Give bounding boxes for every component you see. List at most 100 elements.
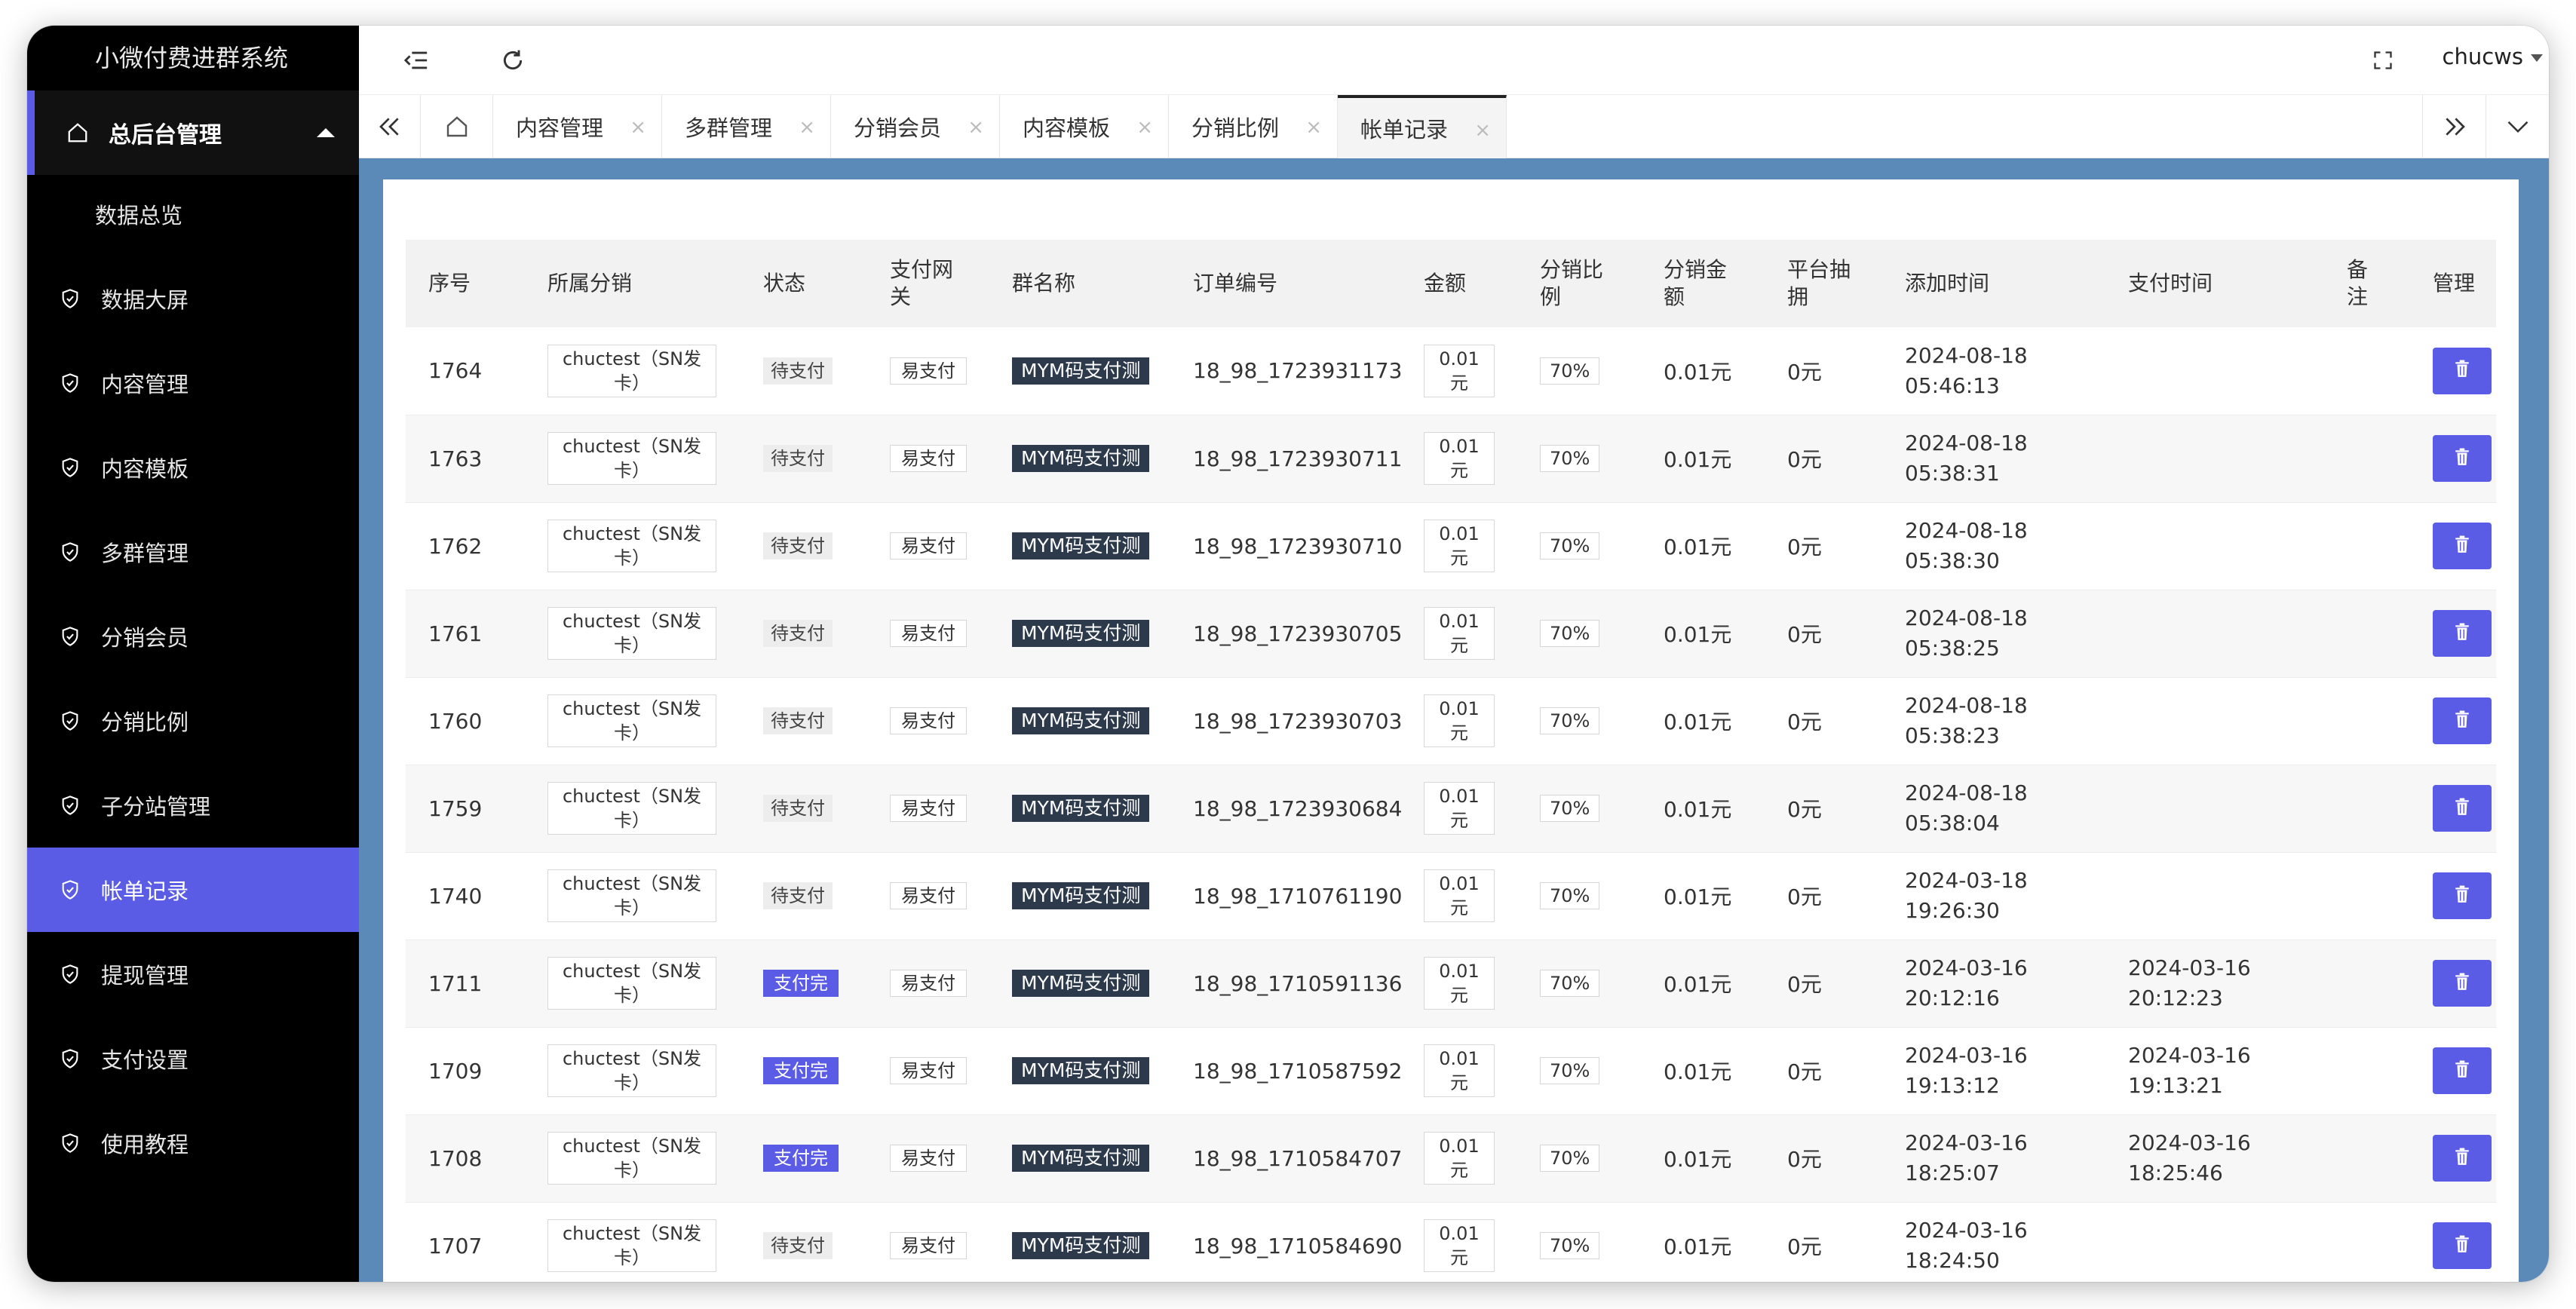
tab-1[interactable]: 多群管理 × bbox=[662, 95, 831, 158]
delete-button[interactable] bbox=[2433, 610, 2492, 657]
close-icon[interactable]: × bbox=[630, 116, 646, 139]
tab-home[interactable] bbox=[421, 95, 493, 158]
cell-platform-fee: 0元 bbox=[1787, 359, 1822, 385]
delete-button[interactable] bbox=[2433, 1222, 2492, 1269]
tab-4[interactable]: 分销比例 × bbox=[1169, 95, 1338, 158]
cell-note bbox=[2324, 940, 2410, 1027]
cell-ratio: 70% bbox=[1517, 852, 1641, 940]
sidebar-item-label: 分销比例 bbox=[101, 710, 189, 735]
close-icon[interactable]: × bbox=[1305, 116, 1322, 139]
app-window: 小微付费进群系统 总后台管理 数据总览 数据大屏 内容管理 内容模板 多群管理 分销会员… bbox=[27, 26, 2549, 1282]
sidebar-item-label: 帐单记录 bbox=[101, 878, 189, 904]
cell-gateway: 易支付 bbox=[867, 1202, 989, 1282]
cell-note bbox=[2324, 1027, 2410, 1114]
sidebar-item-1[interactable]: 内容管理 bbox=[27, 341, 359, 425]
fullscreen-icon[interactable] bbox=[2368, 45, 2398, 75]
tab-dropdown-button[interactable] bbox=[2486, 95, 2549, 158]
delete-button[interactable] bbox=[2433, 347, 2492, 394]
cell-platform-fee: 0元 bbox=[1787, 1234, 1822, 1259]
amount-badge: 0.01 元 bbox=[1424, 520, 1495, 572]
col-manage: 管理 bbox=[2433, 271, 2476, 296]
tab-2[interactable]: 分销会员 × bbox=[831, 95, 1000, 158]
delete-button[interactable] bbox=[2433, 872, 2492, 919]
cell-platform-fee: 0元 bbox=[1787, 710, 1822, 734]
cell-distributor: chuctest（SN发 卡） bbox=[525, 1027, 741, 1114]
table-row: 1740 chuctest（SN发 卡） 待支付 易支付 MYM码支付测 18_98_171… bbox=[406, 852, 2496, 940]
tab-label: 多群管理 bbox=[685, 115, 773, 141]
shield-check-icon bbox=[57, 1130, 83, 1156]
cell-order: 18_98_1710584690 bbox=[1193, 1233, 1403, 1258]
sidebar-item-5[interactable]: 分销比例 bbox=[27, 679, 359, 763]
cell-note bbox=[2324, 765, 2410, 852]
tab-scroll-right-button[interactable] bbox=[2422, 95, 2486, 158]
ratio-badge: 70% bbox=[1540, 882, 1600, 909]
delete-button[interactable] bbox=[2433, 435, 2492, 482]
amount-badge: 0.01 元 bbox=[1424, 869, 1495, 922]
cell-dist-amount: 0.01元 bbox=[1664, 797, 1732, 822]
tab-label: 内容管理 bbox=[516, 115, 604, 141]
col-id: 序号 bbox=[428, 271, 471, 296]
cell-added-time: 2024-03-16 18:24:50 bbox=[1905, 1218, 2028, 1273]
sidebar-item-9[interactable]: 支付设置 bbox=[27, 1016, 359, 1101]
ratio-badge: 70% bbox=[1540, 532, 1600, 559]
cell-id: 1709 bbox=[428, 1058, 483, 1084]
cell-amount: 0.01 元 bbox=[1401, 415, 1517, 502]
trash-icon bbox=[2454, 358, 2470, 383]
close-icon[interactable]: × bbox=[1136, 116, 1153, 139]
close-icon[interactable]: × bbox=[968, 116, 984, 139]
sidebar-item-10[interactable]: 使用教程 bbox=[27, 1101, 359, 1185]
tab-0[interactable]: 内容管理 × bbox=[493, 95, 662, 158]
cell-distributor: chuctest（SN发 卡） bbox=[525, 1202, 741, 1282]
sidebar-item-7[interactable]: 帐单记录 bbox=[27, 848, 359, 932]
trash-icon bbox=[2454, 534, 2470, 559]
cell-dist-amount: 0.01元 bbox=[1664, 1147, 1732, 1172]
group-badge: MYM码支付测 bbox=[1012, 1057, 1150, 1084]
header: chucws bbox=[359, 26, 2549, 95]
cell-manage bbox=[2410, 502, 2496, 590]
sidebar-item-overview[interactable]: 数据总览 bbox=[27, 175, 359, 256]
delete-button[interactable] bbox=[2433, 1135, 2492, 1182]
group-badge: MYM码支付测 bbox=[1012, 882, 1150, 909]
gateway-badge: 易支付 bbox=[890, 882, 967, 909]
col-group-name: 群名称 bbox=[1012, 271, 1076, 296]
delete-button[interactable] bbox=[2433, 785, 2492, 832]
ratio-badge: 70% bbox=[1540, 970, 1600, 997]
close-icon[interactable]: × bbox=[1474, 119, 1491, 142]
close-icon[interactable]: × bbox=[799, 116, 815, 139]
sidebar-item-4[interactable]: 分销会员 bbox=[27, 594, 359, 679]
cell-order: 18_98_1723930703 bbox=[1193, 708, 1403, 734]
sidebar-item-8[interactable]: 提现管理 bbox=[27, 932, 359, 1016]
cell-dist-amount: 0.01元 bbox=[1664, 622, 1732, 647]
sidebar-item-0[interactable]: 数据大屏 bbox=[27, 256, 359, 341]
tab-scroll-left-button[interactable] bbox=[359, 95, 421, 158]
cell-paid-time bbox=[2105, 852, 2324, 940]
ratio-badge: 70% bbox=[1540, 1057, 1600, 1084]
tab-5[interactable]: 帐单记录 × bbox=[1338, 95, 1507, 158]
sidebar-group-admin[interactable]: 总后台管理 bbox=[27, 90, 359, 175]
cell-distributor: chuctest（SN发 卡） bbox=[525, 765, 741, 852]
cell-ratio: 70% bbox=[1517, 1114, 1641, 1202]
tab-3[interactable]: 内容模板 × bbox=[1000, 95, 1169, 158]
ratio-badge: 70% bbox=[1540, 707, 1600, 734]
cell-paid-time bbox=[2105, 590, 2324, 677]
app-title: 小微付费进群系统 bbox=[95, 44, 289, 72]
sidebar-item-6[interactable]: 子分站管理 bbox=[27, 763, 359, 848]
distributor-badge: chuctest（SN发 卡） bbox=[547, 869, 716, 922]
menu-collapse-icon[interactable] bbox=[401, 45, 431, 75]
user-menu[interactable]: chucws bbox=[2443, 44, 2544, 69]
delete-button[interactable] bbox=[2433, 697, 2492, 744]
sidebar-item-2[interactable]: 内容模板 bbox=[27, 425, 359, 510]
col-amount: 金额 bbox=[1424, 271, 1467, 296]
delete-button[interactable] bbox=[2433, 960, 2492, 1007]
status-badge: 支付完 bbox=[763, 970, 839, 997]
delete-button[interactable] bbox=[2433, 523, 2492, 569]
distributor-badge: chuctest（SN发 卡） bbox=[547, 607, 716, 660]
refresh-icon[interactable] bbox=[498, 45, 528, 75]
col-note: 备注 bbox=[2347, 257, 2369, 309]
delete-button[interactable] bbox=[2433, 1047, 2492, 1094]
shield-check-icon bbox=[57, 708, 83, 734]
group-badge: MYM码支付测 bbox=[1012, 357, 1150, 385]
table-row: 1711 chuctest（SN发 卡） 支付完 易支付 MYM码支付测 18_98_171… bbox=[406, 940, 2496, 1027]
col-order-no: 订单编号 bbox=[1193, 271, 1278, 296]
sidebar-item-3[interactable]: 多群管理 bbox=[27, 510, 359, 594]
